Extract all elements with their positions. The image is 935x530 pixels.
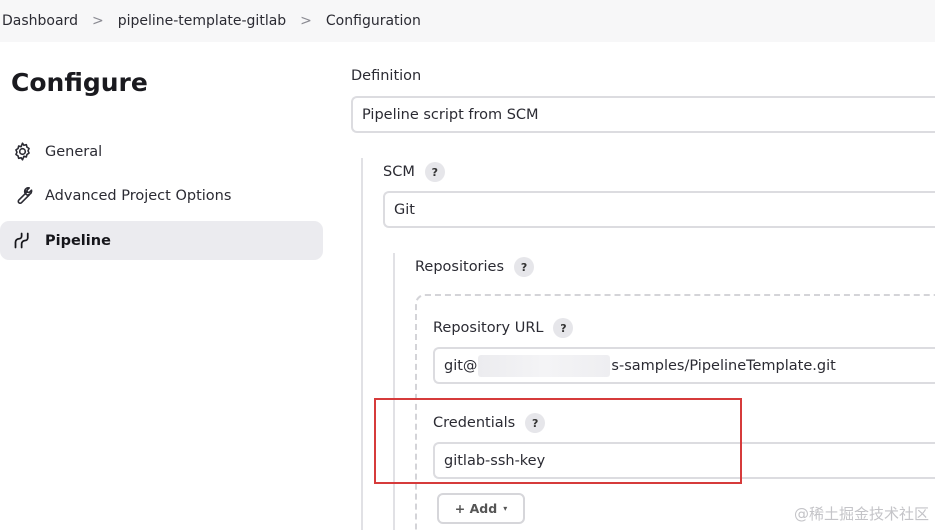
redacted-host — [478, 354, 611, 377]
breadcrumb-dashboard[interactable]: Dashboard — [2, 13, 78, 29]
breadcrumb-job[interactable]: pipeline-template-gitlab — [118, 13, 286, 29]
credentials-highlight-box — [374, 398, 742, 484]
sidebar-item-pipeline[interactable]: Pipeline — [0, 221, 323, 260]
scm-label: SCM ? — [383, 162, 445, 182]
section-divider — [361, 158, 363, 530]
breadcrumb-separator: > — [91, 13, 104, 29]
sidebar-item-advanced-project-options[interactable]: Advanced Project Options — [0, 176, 323, 215]
repositories-label: Repositories ? — [415, 257, 535, 277]
breadcrumb-configuration[interactable]: Configuration — [326, 13, 421, 29]
sidebar-item-label: Pipeline — [45, 232, 111, 249]
sidebar-item-label: Advanced Project Options — [45, 187, 232, 204]
repositories-help-icon[interactable]: ? — [514, 257, 535, 277]
repository-url-help-icon[interactable]: ? — [553, 318, 574, 338]
repositories-divider — [393, 253, 395, 530]
breadcrumb-separator: > — [300, 13, 312, 29]
add-credentials-button[interactable]: + Add ▾ — [437, 493, 525, 524]
scm-select[interactable]: Git — [383, 191, 935, 228]
page-title: Configure — [11, 68, 148, 97]
definition-select[interactable]: Pipeline script from SCM — [351, 96, 935, 133]
definition-label: Definition — [351, 68, 422, 84]
breadcrumb: Dashboard > pipeline-template-gitlab > C… — [0, 0, 935, 42]
scm-help-icon[interactable]: ? — [424, 162, 445, 182]
wrench-icon — [11, 185, 33, 207]
sidebar-item-general[interactable]: General — [0, 132, 323, 171]
watermark: @稀土掘金技术社区 — [793, 505, 929, 523]
sidebar-item-label: General — [45, 143, 103, 160]
chevron-down-icon: ▾ — [503, 504, 508, 513]
gear-icon — [11, 141, 33, 163]
pipeline-icon — [11, 230, 33, 252]
repository-url-label: Repository URL ? — [433, 318, 574, 338]
repository-url-input[interactable]: git@ s-samples/PipelineTemplate.git — [433, 347, 935, 384]
